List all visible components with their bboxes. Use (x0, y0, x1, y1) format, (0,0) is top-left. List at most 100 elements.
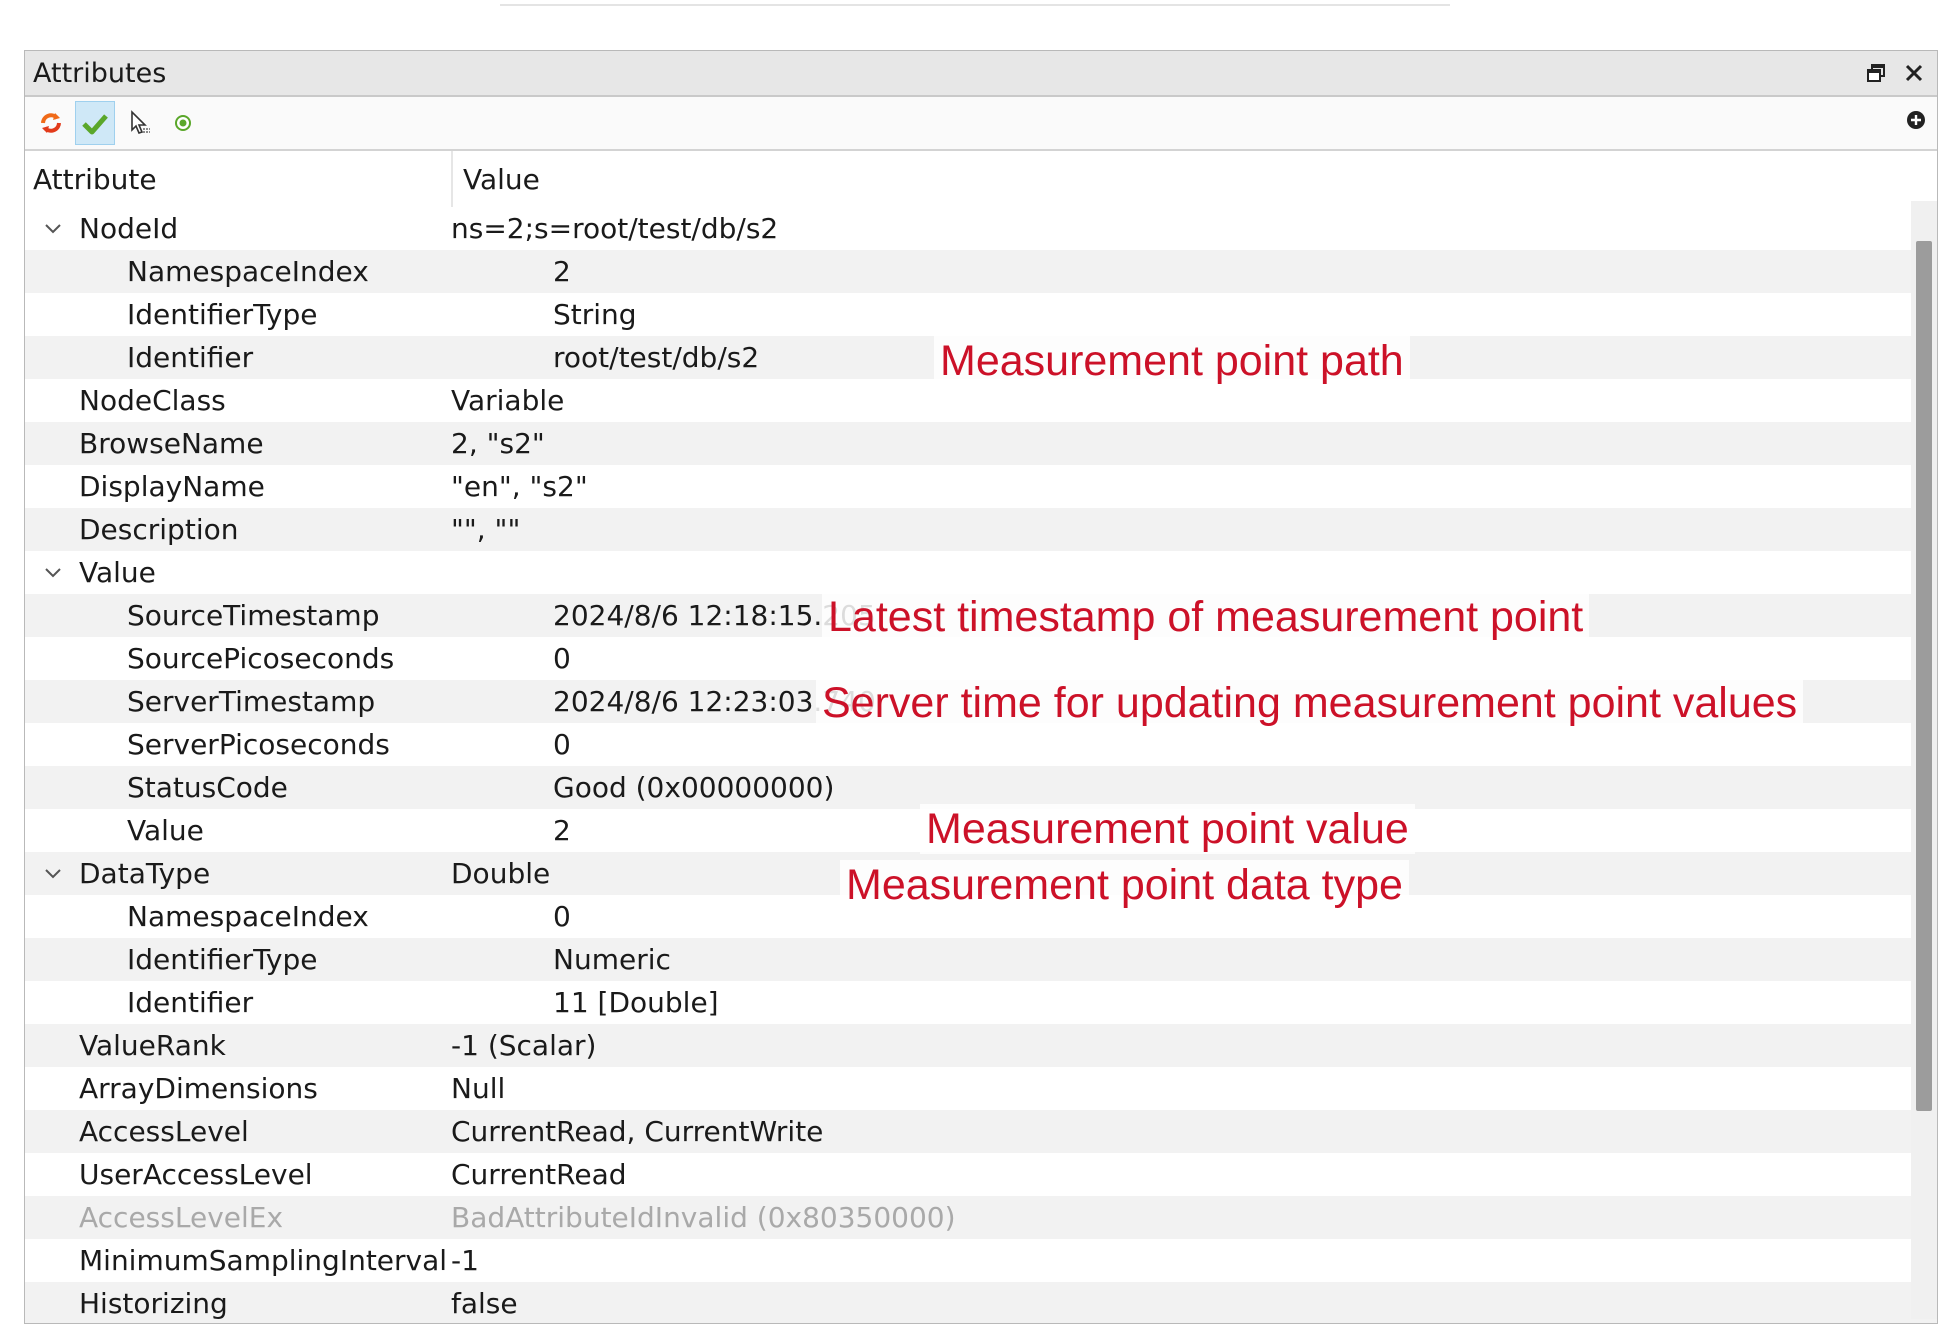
header-attribute-label: Attribute (33, 162, 157, 196)
attribute-name: NodeClass (79, 384, 226, 417)
attribute-cell: Historizing (25, 1287, 443, 1320)
attribute-cell: AccessLevelEx (25, 1201, 443, 1234)
attribute-name: DisplayName (79, 470, 265, 503)
attribute-cell: StatusCode (25, 771, 545, 804)
table-row[interactable]: NamespaceIndex 2 (25, 250, 1937, 293)
table-row[interactable]: Description "", "" (25, 508, 1937, 551)
table-row[interactable]: Value (25, 551, 1937, 594)
attribute-value: CurrentRead, CurrentWrite (451, 1115, 824, 1148)
attribute-cell: DataType (25, 857, 443, 890)
attribute-name: Identifier (127, 341, 254, 374)
attribute-name: Value (127, 814, 204, 847)
panel-titlebar: Attributes (25, 51, 1937, 97)
attribute-cell: Description (25, 513, 443, 546)
scrollbar-thumb[interactable] (1916, 241, 1932, 1111)
table-row[interactable]: AccessLevel CurrentRead, CurrentWrite (25, 1110, 1937, 1153)
table-row[interactable]: Historizing false (25, 1282, 1937, 1323)
table-row[interactable]: ArrayDimensions Null (25, 1067, 1937, 1110)
attribute-cell: NamespaceIndex (25, 255, 545, 288)
chevron-down-icon[interactable] (33, 868, 73, 880)
attribute-cell: DisplayName (25, 470, 443, 503)
attribute-name: BrowseName (79, 427, 264, 460)
vertical-scrollbar[interactable] (1911, 201, 1937, 1319)
table-row[interactable]: UserAccessLevel CurrentRead (25, 1153, 1937, 1196)
attribute-name: Historizing (79, 1287, 228, 1320)
attribute-value: Good (0x00000000) (553, 771, 835, 804)
validate-button[interactable] (75, 101, 115, 145)
restore-window-icon (1867, 64, 1885, 82)
header-attribute[interactable]: Attribute (25, 163, 451, 196)
attribute-cell: UserAccessLevel (25, 1158, 443, 1191)
refresh-button[interactable] (31, 101, 71, 145)
attributes-table: Attribute Value NodeId ns=2;s=root/test/d… (25, 151, 1937, 1323)
attribute-name: Value (79, 556, 156, 589)
table-row[interactable]: NodeId ns=2;s=root/test/db/s2 (25, 207, 1937, 250)
attribute-name: NodeId (79, 212, 179, 245)
table-row[interactable]: StatusCode Good (0x00000000) (25, 766, 1937, 809)
attribute-name: DataType (79, 857, 211, 890)
attribute-cell: MinimumSamplingInterval (25, 1244, 447, 1277)
attribute-name: NamespaceIndex (127, 900, 369, 933)
attribute-cell: NodeClass (25, 384, 443, 417)
table-row[interactable]: ServerPicoseconds 0 (25, 723, 1937, 766)
attribute-value: "", "" (451, 513, 521, 546)
attribute-value: -1 (Scalar) (451, 1029, 597, 1062)
table-row[interactable]: IdentifierType String (25, 293, 1937, 336)
annotation-path: Measurement point path (934, 336, 1410, 386)
attribute-name: ArrayDimensions (79, 1072, 318, 1105)
table-row[interactable]: IdentifierType Numeric (25, 938, 1937, 981)
chevron-down-icon[interactable] (33, 223, 73, 235)
table-header: Attribute Value (25, 151, 1937, 207)
attribute-value: Null (451, 1072, 506, 1105)
table-row[interactable]: DisplayName "en", "s2" (25, 465, 1937, 508)
attribute-value: 0 (553, 728, 571, 761)
annotation-server-timestamp: Server time for updating measurement poi… (816, 678, 1804, 728)
attribute-name: AccessLevel (79, 1115, 249, 1148)
add-button[interactable] (1905, 109, 1927, 135)
chevron-down-icon[interactable] (33, 567, 73, 579)
attribute-name: IdentifierType (127, 298, 318, 331)
close-icon (1905, 64, 1923, 82)
attribute-value: 11 [Double] (553, 986, 719, 1019)
attribute-value: Numeric (553, 943, 671, 976)
attribute-value: "en", "s2" (451, 470, 588, 503)
attribute-cell: IdentifierType (25, 943, 545, 976)
attribute-cell: NamespaceIndex (25, 900, 545, 933)
attribute-cell: Identifier (25, 341, 545, 374)
pointer-icon (131, 110, 150, 134)
add-circle-icon (1907, 111, 1925, 129)
attribute-value: Variable (451, 384, 565, 417)
attribute-name: SourcePicoseconds (127, 642, 395, 675)
table-row[interactable]: AccessLevelEx BadAttributeIdInvalid (0x80… (25, 1196, 1937, 1239)
attribute-cell: ServerTimestamp (25, 685, 545, 718)
attribute-value: BadAttributeIdInvalid (0x80350000) (451, 1201, 956, 1234)
table-row[interactable]: BrowseName 2, "s2" (25, 422, 1937, 465)
attribute-name: StatusCode (127, 771, 288, 804)
panel-title: Attributes (33, 57, 167, 89)
attribute-name: SourceTimestamp (127, 599, 380, 632)
attribute-value: 2, "s2" (451, 427, 545, 460)
header-value[interactable]: Value (451, 151, 1937, 207)
attribute-name: NamespaceIndex (127, 255, 369, 288)
attribute-value: 2 (553, 255, 571, 288)
attribute-value: 0 (553, 642, 571, 675)
monitor-button[interactable] (163, 101, 203, 145)
header-value-label: Value (463, 162, 540, 196)
attribute-value: false (451, 1287, 518, 1320)
attribute-name: Identifier (127, 986, 254, 1019)
table-row[interactable]: MinimumSamplingInterval -1 (25, 1239, 1937, 1282)
table-row[interactable]: Identifier 11 [Double] (25, 981, 1937, 1024)
table-row[interactable]: ValueRank -1 (Scalar) (25, 1024, 1937, 1067)
attribute-cell: Value (25, 814, 545, 847)
attribute-name: MinimumSamplingInterval (79, 1244, 448, 1277)
select-pointer-button[interactable] (119, 101, 159, 145)
attribute-value: String (553, 298, 637, 331)
close-panel-button[interactable] (1899, 57, 1929, 89)
attribute-cell: ArrayDimensions (25, 1072, 443, 1105)
float-window-button[interactable] (1861, 57, 1891, 89)
attributes-toolbar (25, 97, 1937, 151)
attribute-name: AccessLevelEx (79, 1201, 284, 1234)
annotation-data-type: Measurement point data type (840, 860, 1409, 910)
table-row[interactable]: SourcePicoseconds 0 (25, 637, 1937, 680)
attribute-name: ValueRank (79, 1029, 226, 1062)
